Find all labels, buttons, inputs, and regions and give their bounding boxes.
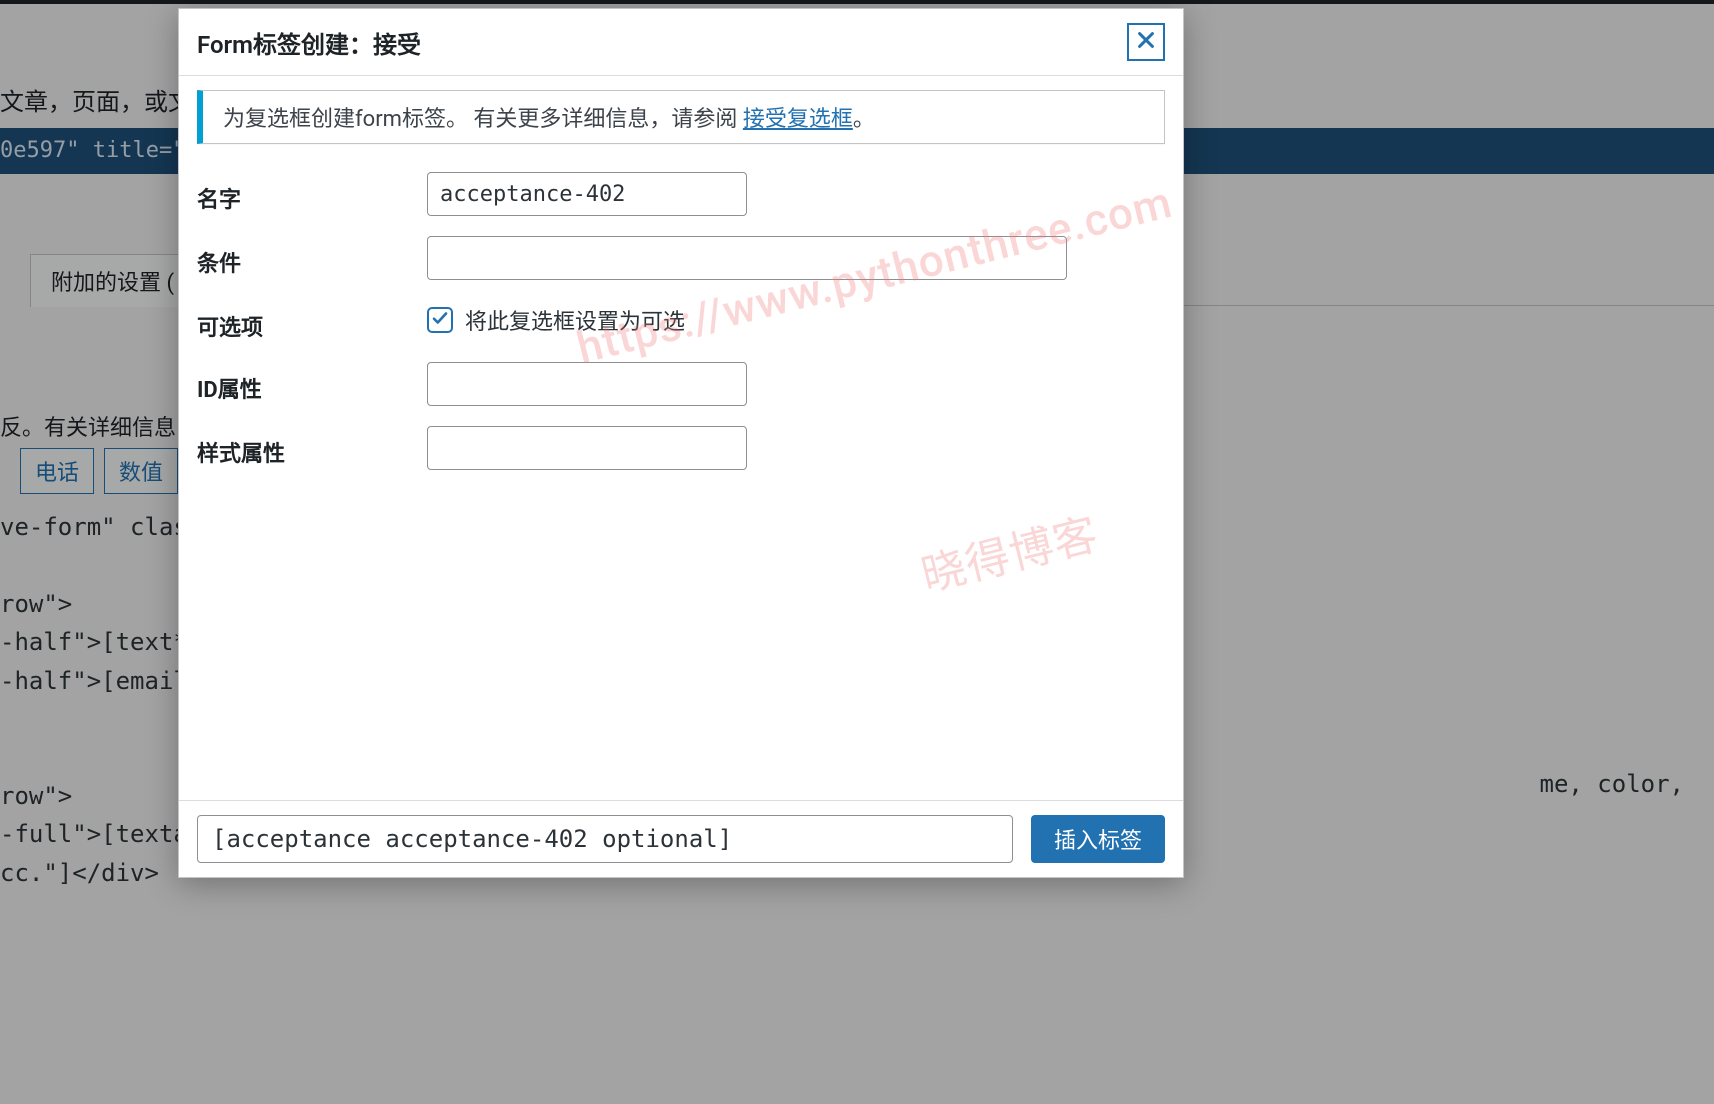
modal-info-notice: 为复选框创建form标签。 有关更多详细信息，请参阅 接受复选框。 [197,90,1165,144]
label-condition: 条件 [197,236,427,278]
bg-tag-btn-phone: 电话 [20,448,94,494]
modal-title: Form标签创建：接受 [197,25,421,60]
bg-info-line: 反。有关详细信息， [0,410,198,442]
info-text-pre: 为复选框创建form标签。 有关更多详细信息，请参阅 [223,107,743,132]
modal-header: Form标签创建：接受 [179,9,1183,76]
row-id-attr: ID属性 [197,352,1165,416]
bg-tag-btn-number: 数值 [104,448,178,494]
bg-tag-buttons: 电话 数值 [20,448,178,494]
label-class-attr: 样式属性 [197,426,427,468]
form-tag-modal: Form标签创建：接受 为复选框创建form标签。 有关更多详细信息，请参阅 接… [178,8,1184,878]
label-name: 名字 [197,172,427,214]
modal-close-button[interactable] [1127,23,1165,61]
label-id-attr: ID属性 [197,362,427,404]
id-attr-input[interactable] [427,362,747,406]
name-input[interactable] [427,172,747,216]
modal-footer: 插入标签 [179,800,1183,877]
close-icon [1135,29,1157,55]
checkmark-icon [431,308,449,333]
bg-code-block: ve-form" class row"> -half">[text* -half… [0,508,202,892]
bg-code-hint: me, color, [1540,770,1685,798]
condition-input[interactable] [427,236,1067,280]
row-class-attr: 样式属性 [197,416,1165,480]
label-optional: 可选项 [197,300,427,342]
class-attr-input[interactable] [427,426,747,470]
optional-checkbox-label: 将此复选框设置为可选 [465,304,685,336]
modal-body: 名字 条件 可选项 将此复选框设置为可选 [179,154,1183,800]
info-link-acceptance-checkbox[interactable]: 接受复选框 [743,107,853,132]
row-condition: 条件 [197,226,1165,290]
row-name: 名字 [197,162,1165,226]
generated-tag-output[interactable] [197,815,1013,863]
row-optional: 可选项 将此复选框设置为可选 [197,290,1165,352]
bg-topbar [0,0,1714,4]
bg-tab-attached-settings: 附加的设置 ( [30,254,195,307]
optional-checkbox[interactable] [427,307,453,333]
insert-tag-button[interactable]: 插入标签 [1031,815,1165,863]
info-text-post: 。 [853,107,875,132]
